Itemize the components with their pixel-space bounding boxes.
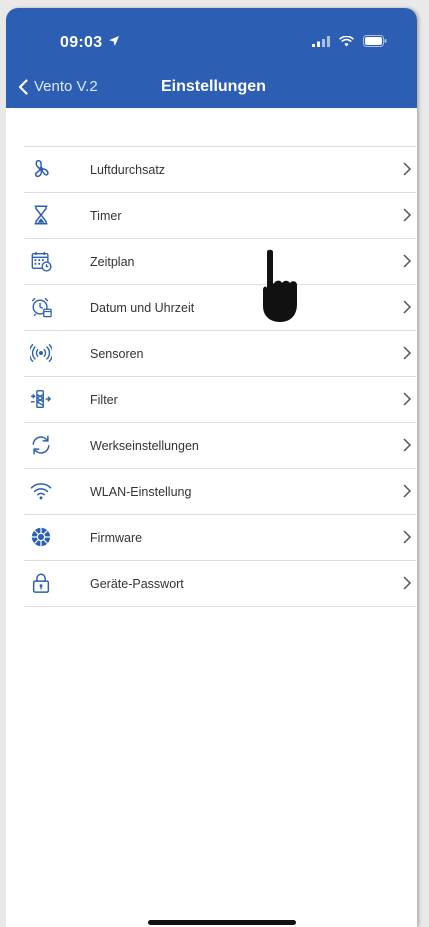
settings-item-werkseinstellungen[interactable]: Werkseinstellungen (24, 423, 416, 469)
app-header: 09:03 Vento V.2 Einstellungen (6, 8, 417, 108)
back-label: Vento V.2 (34, 78, 98, 95)
status-icons (312, 34, 387, 52)
chevron-right-icon (403, 254, 412, 268)
settings-item-zeitplan[interactable]: Zeitplan (24, 239, 416, 285)
settings-item-label: Timer (90, 208, 122, 223)
reset-arrows-icon (30, 434, 52, 456)
settings-item-wlan-einstellung[interactable]: WLAN-Einstellung (24, 469, 416, 515)
wifi-icon (30, 480, 52, 502)
settings-item-label: Zeitplan (90, 254, 135, 269)
settings-item-label: Filter (90, 392, 118, 407)
fan-icon (30, 158, 52, 180)
settings-item-sensoren[interactable]: Sensoren (24, 331, 416, 377)
settings-item-filter[interactable]: Filter (24, 377, 416, 423)
padlock-icon (30, 572, 52, 594)
chevron-right-icon (403, 162, 412, 176)
location-arrow-icon (108, 35, 120, 50)
chevron-right-icon (403, 392, 412, 406)
settings-item-label: Sensoren (90, 346, 144, 361)
settings-item-label: Werkseinstellungen (90, 438, 199, 453)
settings-item-label: Geräte-Passwort (90, 576, 184, 591)
page-title: Einstellungen (161, 78, 266, 95)
home-indicator (148, 920, 296, 925)
chevron-right-icon (403, 484, 412, 498)
settings-item-label: Firmware (90, 530, 143, 545)
battery-icon (363, 34, 387, 52)
settings-item-label: Luftdurchsatz (90, 162, 166, 177)
filter-icon (30, 388, 52, 410)
settings-item-luftdurchsatz[interactable]: Luftdurchsatz (24, 147, 416, 193)
phone-screen: 09:03 Vento V.2 Einstellungen Luftdurchs… (6, 8, 417, 927)
settings-item-label: Datum und Uhrzeit (90, 300, 195, 315)
alarm-clock-icon (30, 296, 52, 318)
chip-globe-icon (30, 526, 52, 548)
wifi-status-icon (339, 34, 354, 52)
settings-item-timer[interactable]: Timer (24, 193, 416, 239)
calendar-clock-icon (30, 250, 52, 272)
settings-item-label: WLAN-Einstellung (90, 484, 192, 499)
hourglass-icon (30, 204, 52, 226)
settings-item-firmware[interactable]: Firmware (24, 515, 416, 561)
back-button[interactable]: Vento V.2 (18, 78, 98, 95)
chevron-right-icon (403, 300, 412, 314)
chevron-left-icon (18, 78, 28, 95)
pointing-hand-icon (263, 249, 297, 322)
settings-item-geraete-passwort[interactable]: Geräte-Passwort (24, 561, 416, 607)
settings-list: Luftdurchsatz Timer Zeitplan Datum und U… (24, 146, 416, 607)
nav-bar: Vento V.2 Einstellungen (6, 78, 417, 108)
sensor-waves-icon (30, 342, 52, 364)
settings-item-datum-und-uhrzeit[interactable]: Datum und Uhrzeit (24, 285, 416, 331)
status-time: 09:03 (60, 34, 120, 52)
chevron-right-icon (403, 576, 412, 590)
chevron-right-icon (403, 438, 412, 452)
chevron-right-icon (403, 346, 412, 360)
chevron-right-icon (403, 530, 412, 544)
chevron-right-icon (403, 208, 412, 222)
cellular-signal-icon (312, 34, 330, 52)
status-time-text: 09:03 (60, 34, 103, 51)
